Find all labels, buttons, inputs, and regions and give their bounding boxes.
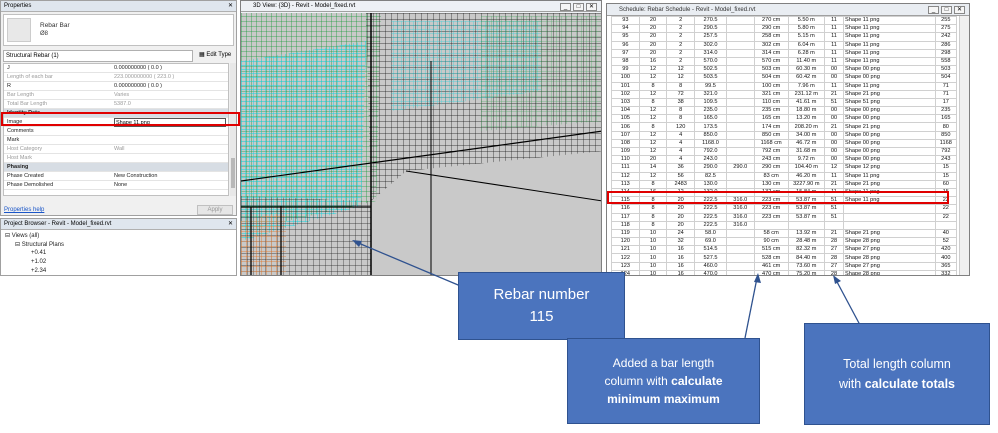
callout-rebar-number: Rebar number 115 [458, 272, 625, 340]
callout-total-length: Total length column with calculate total… [804, 323, 990, 425]
callout-bar-length: Added a bar length column with calculate… [567, 338, 760, 424]
